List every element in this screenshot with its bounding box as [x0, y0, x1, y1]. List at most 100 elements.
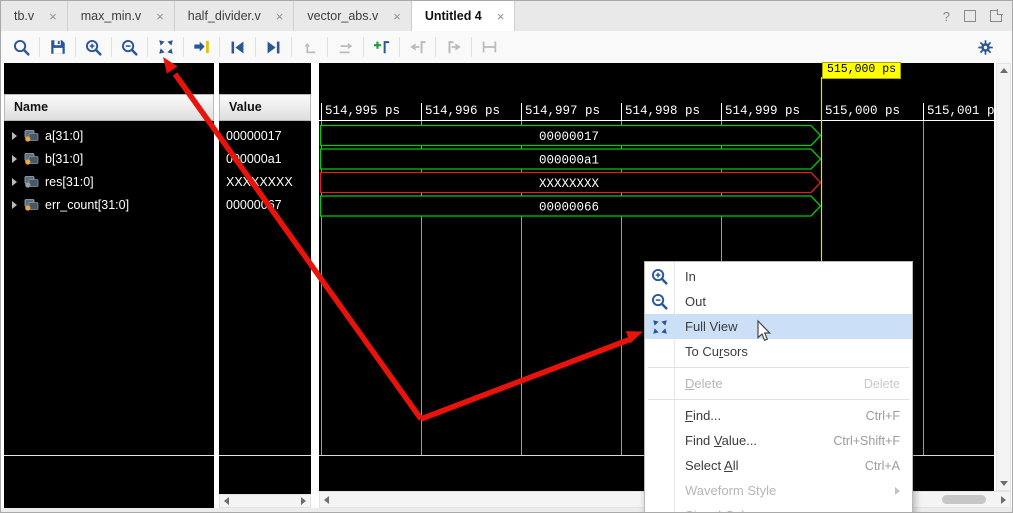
menu-item-find[interactable]: Find...Ctrl+F	[645, 403, 912, 428]
tab-max-min-v[interactable]: max_min.v×	[68, 1, 175, 31]
scroll-right-icon[interactable]	[1001, 496, 1006, 504]
toolbar-separator	[111, 37, 112, 57]
expand-chevron-icon[interactable]	[12, 155, 17, 163]
tab-vector-abs-v[interactable]: vector_abs.v ×	[294, 1, 411, 31]
maximize-icon[interactable]	[964, 10, 976, 22]
scroll-left-icon[interactable]	[324, 496, 329, 504]
zoom-fit-button[interactable]	[151, 34, 180, 60]
svg-text:000000a1: 000000a1	[539, 154, 599, 168]
signal-row[interactable]: a[31:0]	[4, 124, 214, 147]
prev-marker-icon	[408, 38, 427, 56]
toolbar-separator	[471, 37, 472, 57]
svg-text:00000066: 00000066	[539, 201, 599, 215]
help-icon[interactable]: ?	[943, 10, 950, 23]
goto-time-button[interactable]	[187, 34, 216, 60]
value-horizontal-scrollbar[interactable]	[219, 494, 311, 508]
signal-name-panel: Name a[31:0]b[31:0]res[31:0]err_count[31…	[4, 63, 214, 508]
signal-row[interactable]: err_count[31:0]	[4, 193, 214, 216]
tab-close-icon[interactable]: ×	[393, 9, 401, 24]
submenu-arrow-icon	[895, 487, 900, 495]
menu-shortcut: Ctrl+A	[865, 459, 900, 473]
toolbar-separator	[39, 37, 40, 57]
wave-vertical-scrollbar[interactable]	[996, 63, 1011, 491]
gear-icon	[977, 39, 994, 56]
vivado-waveform-window: tb.v×max_min.v×half_divider.v×vector_abs…	[0, 0, 1013, 513]
expand-chevron-icon[interactable]	[12, 201, 17, 209]
full-view-icon	[157, 38, 175, 56]
scroll-left-icon[interactable]	[224, 497, 229, 505]
span-markers-icon	[480, 38, 499, 56]
save-icon	[49, 38, 67, 56]
zoom-in-button[interactable]	[79, 34, 108, 60]
svg-text:514,996 ps: 514,996 ps	[425, 104, 500, 118]
toolbar-separator	[327, 37, 328, 57]
menu-item-in[interactable]: In	[645, 264, 912, 289]
svg-text:514,997 ps: 514,997 ps	[525, 104, 600, 118]
tab-label: vector_abs.v	[307, 9, 378, 23]
next-transition-button[interactable]	[259, 34, 288, 60]
menu-item-label: Waveform Style	[685, 483, 776, 498]
search-icon	[12, 38, 31, 57]
expand-chevron-icon[interactable]	[12, 178, 17, 186]
svg-text:515,001 ps: 515,001 ps	[927, 104, 994, 118]
signal-value: XXXXXXXX	[219, 170, 311, 193]
menu-item-select-all[interactable]: Select AllCtrl+A	[645, 453, 912, 478]
tab-close-icon[interactable]: ×	[497, 9, 505, 24]
signal-value: 000000a1	[219, 147, 311, 170]
panel-divider-line	[4, 455, 214, 456]
menu-shortcut: Delete	[864, 377, 900, 391]
zoom-out-icon	[645, 292, 674, 311]
signal-row[interactable]: res[31:0]	[4, 170, 214, 193]
svg-text:515,000 ps: 515,000 ps	[825, 104, 900, 118]
panel-divider-line	[219, 455, 311, 456]
svg-text:XXXXXXXX: XXXXXXXX	[539, 177, 600, 191]
tab-tb-v[interactable]: tb.v×	[1, 1, 68, 31]
menu-item-label: Full View	[685, 319, 738, 334]
tab-label: Untitled 4	[425, 9, 482, 23]
tab-close-icon[interactable]: ×	[156, 9, 164, 24]
bus-signal-icon	[24, 153, 39, 165]
cursor-time-label[interactable]: 515,000 ps	[822, 62, 901, 79]
tab-untitled-4[interactable]: Untitled 4 ×	[412, 1, 516, 31]
signal-name: res[31:0]	[45, 175, 94, 189]
settings-button[interactable]	[971, 34, 1000, 60]
next-transition-icon	[265, 39, 282, 56]
prev-marker-button	[403, 34, 432, 60]
prev-transition-icon	[229, 39, 246, 56]
tab-close-icon[interactable]: ×	[276, 9, 284, 24]
menu-item-full-view[interactable]: Full View	[645, 314, 912, 339]
tab-close-icon[interactable]: ×	[49, 9, 57, 24]
menu-item-label: Find...	[685, 408, 721, 423]
snap-to-transition-button	[331, 34, 360, 60]
prev-transition-button[interactable]	[223, 34, 252, 60]
menu-item-find-value[interactable]: Find Value...Ctrl+Shift+F	[645, 428, 912, 453]
scrollbar-thumb[interactable]	[942, 495, 986, 504]
next-marker-icon	[444, 38, 463, 56]
float-icon[interactable]	[990, 10, 1002, 22]
scroll-right-icon[interactable]	[301, 497, 306, 505]
menu-item-out[interactable]: Out	[645, 289, 912, 314]
add-marker-button[interactable]	[367, 34, 396, 60]
menu-item-to-cursors[interactable]: To Cursors	[645, 339, 912, 364]
snap-to-transition-icon	[337, 38, 355, 56]
menu-separator	[648, 367, 909, 368]
zoom-out-icon	[120, 38, 139, 57]
tab-half-divider-v[interactable]: half_divider.v×	[175, 1, 295, 31]
value-column-header: Value	[219, 94, 311, 121]
menu-item-label: Find Value...	[685, 433, 757, 448]
full-view-icon	[645, 318, 674, 336]
signal-name: err_count[31:0]	[45, 198, 129, 212]
find-button[interactable]	[7, 34, 36, 60]
save-button[interactable]	[43, 34, 72, 60]
toolbar-separator	[291, 37, 292, 57]
scroll-down-icon[interactable]	[1000, 481, 1008, 486]
expand-chevron-icon[interactable]	[12, 132, 17, 140]
menu-item-waveform-style: Waveform Style	[645, 478, 912, 503]
signal-row[interactable]: b[31:0]	[4, 147, 214, 170]
scroll-up-icon[interactable]	[1000, 68, 1008, 73]
tab-bar: tb.v×max_min.v×half_divider.v×vector_abs…	[1, 1, 1012, 32]
toolbar-separator	[399, 37, 400, 57]
bus-signal-icon	[24, 176, 39, 188]
menu-item-label: Out	[685, 294, 706, 309]
zoom-out-button[interactable]	[115, 34, 144, 60]
